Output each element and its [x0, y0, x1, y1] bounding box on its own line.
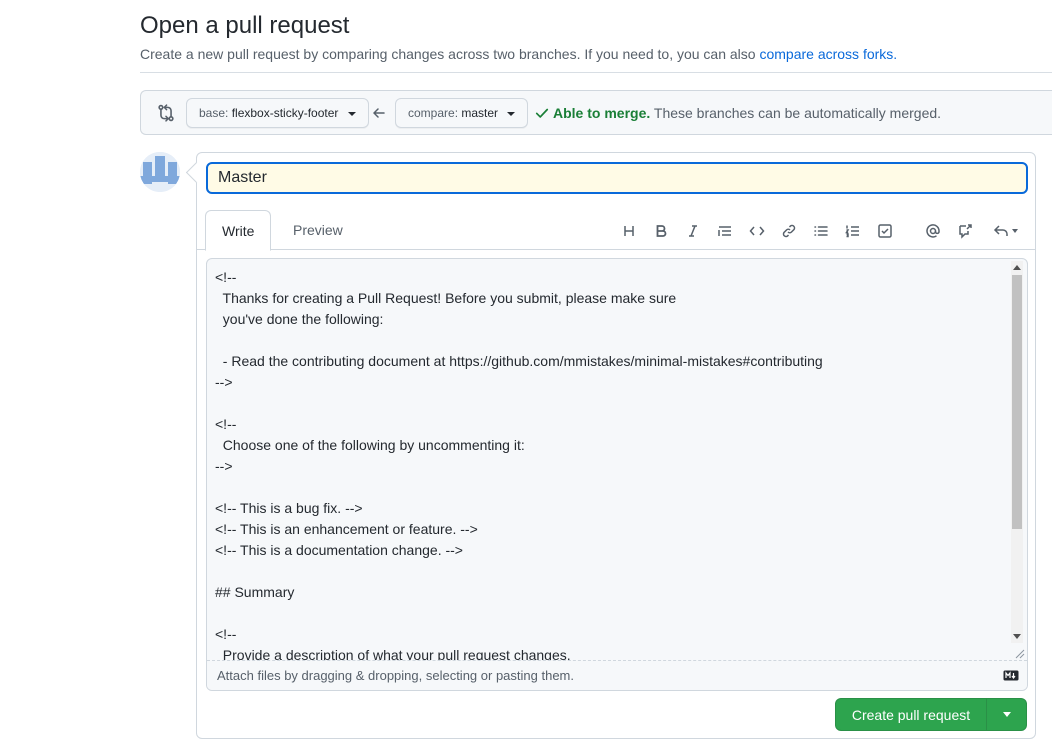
identicon-image — [140, 152, 180, 192]
editor-scrollbar[interactable] — [1011, 261, 1023, 643]
page-subtitle: Create a new pull request by comparing c… — [140, 45, 897, 63]
bulleted-list-icon[interactable] — [807, 217, 835, 245]
chevron-down-icon — [507, 111, 516, 116]
avatar[interactable] — [140, 152, 180, 192]
compare-forks-link[interactable]: compare across forks. — [759, 46, 897, 62]
compare-branch-select[interactable]: compare: master — [395, 98, 529, 128]
italic-icon[interactable] — [679, 217, 707, 245]
mention-icon[interactable] — [919, 217, 947, 245]
header-divider — [140, 72, 1052, 73]
tab-write[interactable]: Write — [205, 210, 272, 251]
body-editor: <!-- Thanks for creating a Pull Request!… — [206, 258, 1028, 691]
create-pull-request-button[interactable]: Create pull request — [835, 698, 987, 731]
body-textarea[interactable]: <!-- Thanks for creating a Pull Request!… — [207, 259, 1013, 661]
base-label: base: — [199, 106, 229, 120]
chevron-down-icon — [1002, 712, 1011, 717]
compare-label: compare: — [408, 106, 459, 120]
attach-files-bar[interactable]: Attach files by dragging & dropping, sel… — [207, 660, 1027, 690]
chevron-down-icon — [1011, 229, 1018, 233]
tab-preview[interactable]: Preview — [277, 210, 359, 250]
subtitle-text: Create a new pull request by comparing c… — [140, 46, 760, 62]
base-branch-select[interactable]: base: flexbox-sticky-footer — [186, 98, 369, 128]
chevron-down-icon — [347, 111, 356, 116]
pull-request-page: Open a pull request Create a new pull re… — [0, 0, 1052, 755]
base-branch-name: flexbox-sticky-footer — [231, 106, 339, 120]
link-icon[interactable] — [775, 217, 803, 245]
title-input[interactable] — [206, 162, 1028, 194]
branch-compare-bar: base: flexbox-sticky-footer compare: mas… — [140, 90, 1052, 135]
resize-grip-icon[interactable] — [1013, 647, 1025, 659]
bold-icon[interactable] — [647, 217, 675, 245]
git-compare-icon — [158, 104, 174, 122]
task-list-icon[interactable] — [871, 217, 899, 245]
quote-icon[interactable] — [711, 217, 739, 245]
arrow-left-icon — [373, 108, 385, 118]
heading-icon[interactable] — [615, 217, 643, 245]
scroll-up-icon[interactable] — [1013, 265, 1021, 270]
pull-request-form: Write Preview — [196, 152, 1036, 739]
reference-icon[interactable] — [951, 217, 979, 245]
reply-icon[interactable] — [987, 217, 1023, 245]
markdown-icon[interactable] — [1003, 670, 1019, 681]
scroll-thumb[interactable] — [1012, 275, 1022, 529]
merge-status: Able to merge. These branches can be aut… — [535, 104, 941, 122]
submit-options-button[interactable] — [986, 698, 1027, 731]
code-icon[interactable] — [743, 217, 771, 245]
check-icon — [535, 108, 549, 118]
attach-hint: Attach files by dragging & dropping, sel… — [217, 668, 574, 683]
compare-branch-name: master — [461, 106, 499, 120]
page-title: Open a pull request — [140, 12, 350, 39]
merge-note-text: These branches can be automatically merg… — [650, 105, 942, 121]
numbered-list-icon[interactable] — [839, 217, 867, 245]
merge-ok-text: Able to merge. — [553, 105, 651, 121]
scroll-down-icon[interactable] — [1013, 634, 1021, 639]
